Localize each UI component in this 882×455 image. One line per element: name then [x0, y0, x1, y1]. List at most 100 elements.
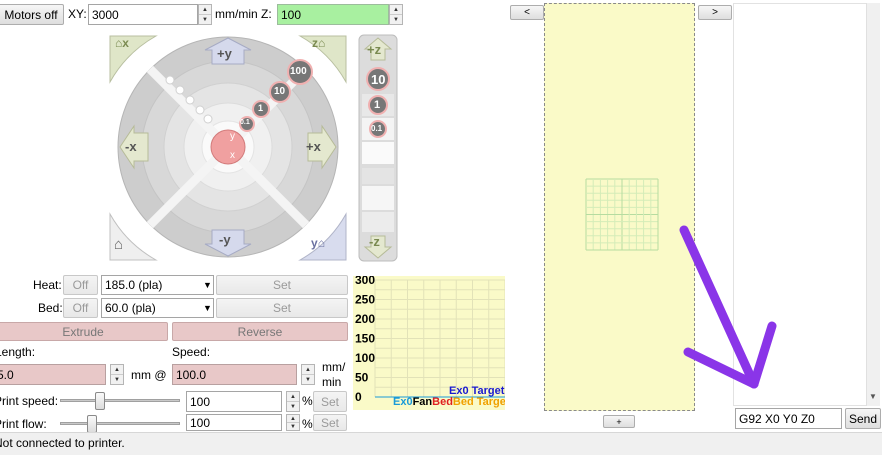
- legend-row: Ex0FanBedBed Target: [393, 396, 505, 408]
- z-step-10-label: 10: [371, 72, 386, 87]
- y-tick-label: 200: [355, 312, 375, 326]
- status-text: Not connected to printer.: [0, 436, 125, 450]
- print-speed-slider-track[interactable]: [60, 399, 180, 402]
- spin-down-icon[interactable]: ▼: [390, 15, 402, 24]
- plus-y-label: +y: [217, 46, 232, 61]
- collapse-left-button[interactable]: <: [510, 5, 544, 20]
- print-speed-pct: %: [302, 394, 313, 408]
- mm-at-label: mm @: [131, 368, 167, 382]
- length-input[interactable]: 5.0: [0, 364, 106, 385]
- spin-up-icon[interactable]: ▲: [302, 365, 314, 375]
- extrude-button[interactable]: Extrude: [0, 322, 168, 341]
- mmmin-label-line1: mm/: [322, 360, 346, 374]
- home-z-icon: ⌂: [318, 36, 326, 50]
- heat-set-button[interactable]: Set: [216, 275, 348, 295]
- legend-item: Bed Target: [453, 396, 505, 408]
- print-flow-slider-thumb[interactable]: [87, 415, 98, 433]
- z-speed-input[interactable]: 100: [277, 4, 389, 25]
- print-flow-input[interactable]: 100: [186, 414, 282, 431]
- minus-x-label: -x: [125, 139, 137, 154]
- y-tick-label: 300: [355, 276, 375, 287]
- spin-down-icon[interactable]: ▼: [302, 375, 314, 384]
- bed-set-button[interactable]: Set: [216, 298, 348, 318]
- center-target-icon[interactable]: [210, 129, 246, 165]
- home-y-icon: ⌂: [317, 236, 325, 250]
- chevron-down-icon[interactable]: ▼: [203, 303, 212, 313]
- scroll-down-icon[interactable]: ▼: [869, 392, 877, 401]
- y-tick-label: 250: [355, 293, 375, 307]
- print-speed-input[interactable]: 100: [186, 391, 282, 412]
- step-1-label: 1: [258, 103, 264, 113]
- spin-up-icon[interactable]: ▲: [111, 365, 123, 375]
- print-flow-pct: %: [302, 417, 313, 431]
- print-speed-label: Print speed:: [0, 394, 59, 408]
- z-speed-label: mm/min Z:: [215, 7, 272, 21]
- xy-speed-input[interactable]: 3000: [88, 4, 198, 25]
- center-x-label: x: [230, 150, 235, 161]
- spin-up-icon[interactable]: ▲: [390, 5, 402, 15]
- motors-off-button[interactable]: Motors off: [0, 4, 64, 25]
- y-tick-label: 100: [355, 351, 375, 365]
- minus-y-label: -y: [219, 232, 231, 247]
- bed-off-button[interactable]: Off: [63, 298, 98, 318]
- extrude-speed-input[interactable]: 100.0: [172, 364, 297, 385]
- z-speed-spinner[interactable]: ▲ ▼: [389, 4, 403, 25]
- annotation-arrow-icon: [679, 225, 777, 389]
- y-tick-label: 0: [355, 390, 362, 404]
- xy-speed-spinner[interactable]: ▲ ▼: [198, 4, 212, 25]
- legend-item: Fan: [413, 396, 433, 408]
- print-flow-set-button[interactable]: Set: [313, 414, 347, 431]
- legend-item: Ex0: [393, 396, 413, 408]
- print-flow-label: Print flow:: [0, 417, 47, 431]
- temperature-graph: 050100150200250300 Ex0 TargetEx0FanBedBe…: [353, 276, 505, 410]
- plus-x-label: +x: [306, 139, 321, 154]
- bed-label: Bed:: [38, 301, 63, 315]
- home-all-icon: ⌂: [114, 236, 124, 253]
- spin-down-icon[interactable]: ▼: [199, 15, 211, 24]
- length-label: Length:: [0, 345, 36, 359]
- center-y-label: y: [230, 131, 235, 142]
- spin-down-icon[interactable]: ▼: [287, 423, 299, 430]
- plus-z-label: +z: [367, 42, 382, 57]
- console-scrollbar[interactable]: [866, 3, 880, 406]
- heat-label: Heat:: [33, 278, 62, 292]
- send-button[interactable]: Send: [845, 408, 881, 429]
- print-flow-slider-track[interactable]: [60, 422, 180, 425]
- z-step-01-label: 0.1: [371, 124, 383, 133]
- print-speed-slider-thumb[interactable]: [94, 392, 105, 410]
- print-flow-spinner[interactable]: ▲ ▼: [286, 414, 300, 431]
- y-tick-label: 150: [355, 332, 375, 346]
- home-y-label: y⌂: [311, 236, 325, 250]
- heat-off-button[interactable]: Off: [63, 275, 98, 295]
- bed-temp-select[interactable]: 60.0 (pla): [101, 298, 214, 318]
- minus-z-label: -z: [369, 234, 380, 249]
- print-speed-set-button[interactable]: Set: [313, 391, 347, 412]
- speed-label: Speed:: [172, 345, 211, 359]
- spin-down-icon[interactable]: ▼: [287, 402, 299, 411]
- xy-label: XY:: [68, 7, 87, 21]
- step-01-label: 0.1: [240, 119, 250, 126]
- home-z-label: z⌂: [312, 36, 326, 50]
- status-bar: [0, 432, 882, 455]
- spin-up-icon[interactable]: ▲: [287, 415, 299, 423]
- mmmin-label-line2: min: [322, 375, 342, 389]
- spin-down-icon[interactable]: ▼: [111, 375, 123, 384]
- spin-up-icon[interactable]: ▲: [199, 5, 211, 15]
- chevron-down-icon[interactable]: ▼: [203, 280, 212, 290]
- legend-item: Bed: [432, 396, 453, 408]
- step-10-label: 10: [274, 86, 286, 97]
- print-speed-spinner[interactable]: ▲ ▼: [286, 391, 300, 412]
- spin-up-icon[interactable]: ▲: [287, 392, 299, 402]
- build-plate-grid: [585, 178, 659, 251]
- length-spinner[interactable]: ▲ ▼: [110, 364, 124, 385]
- add-object-button[interactable]: +: [603, 415, 635, 428]
- z-step-1-label: 1: [374, 99, 381, 111]
- heat-temp-select[interactable]: 185.0 (pla): [101, 275, 214, 295]
- expand-right-button[interactable]: >: [698, 5, 732, 20]
- home-x-label: ⌂x: [115, 36, 129, 50]
- extrude-speed-spinner[interactable]: ▲ ▼: [301, 364, 315, 385]
- step-100-label: 100: [290, 66, 307, 77]
- command-input[interactable]: G92 X0 Y0 Z0: [735, 408, 842, 429]
- z-jog-control[interactable]: [358, 34, 398, 262]
- reverse-button[interactable]: Reverse: [172, 322, 348, 341]
